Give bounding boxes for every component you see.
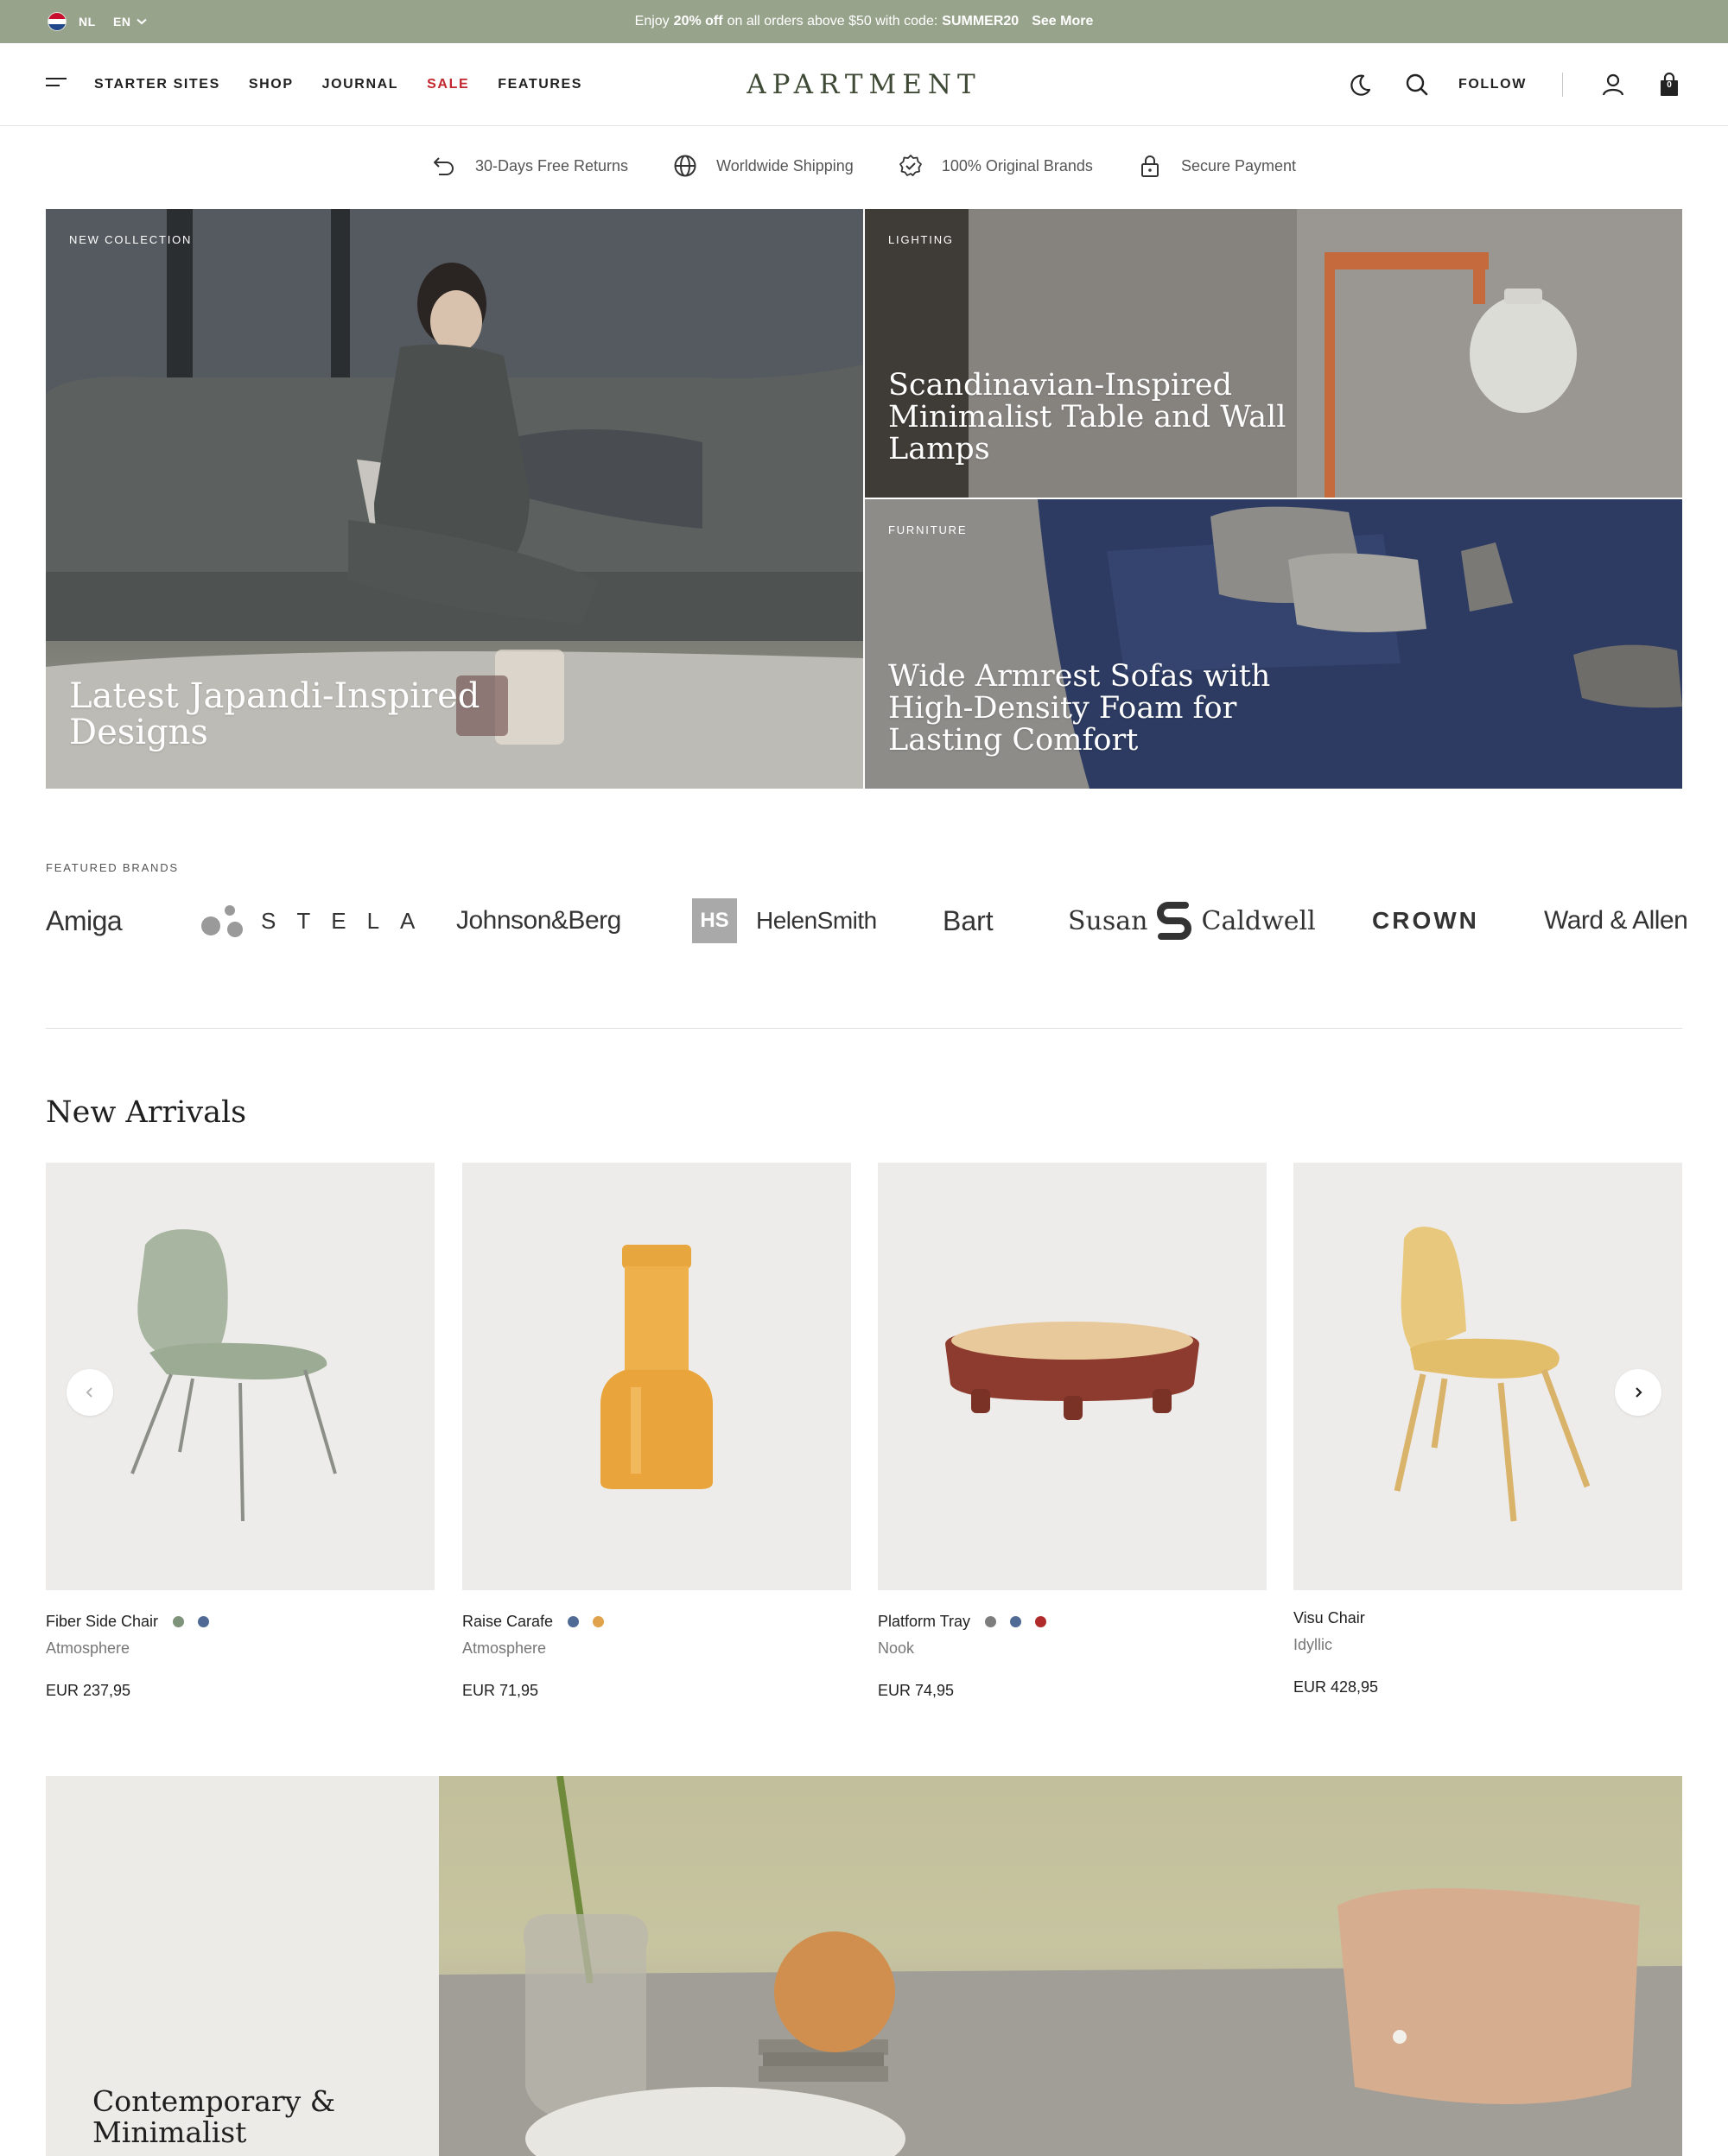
product-name[interactable]: Visu Chair: [1293, 1609, 1365, 1627]
featured-brands-label: FEATURED BRANDS: [46, 861, 179, 874]
promo-message: Enjoy 20% off on all orders above $50 wi…: [634, 14, 1094, 29]
feature-image: [439, 1776, 1682, 2156]
raise-carafe-image: [600, 1245, 713, 1489]
brand-ward-allen[interactable]: Ward & Allen: [1544, 895, 1688, 947]
brand-amiga[interactable]: Amiga: [46, 895, 123, 947]
hero-eyebrow: NEW COLLECTION: [69, 233, 193, 246]
cart-button[interactable]: 0: [1657, 72, 1681, 97]
hero-headline: Scandinavian-Inspired Minimalist Table a…: [888, 368, 1286, 466]
globe-icon: [674, 155, 696, 177]
product-title-row: Platform Tray: [878, 1613, 1267, 1631]
promo-discount: 20% off: [673, 14, 723, 29]
product-price: EUR 71,95: [462, 1682, 539, 1699]
dark-mode-moon-icon[interactable]: [1349, 73, 1373, 97]
product-price: EUR 428,95: [1293, 1678, 1379, 1696]
section-divider: [46, 1028, 1682, 1029]
new-arrivals-title: New Arrivals: [46, 1095, 247, 1130]
product-title-row: Fiber Side Chair: [46, 1613, 435, 1631]
promo-code: SUMMER20: [942, 14, 1020, 29]
hero-headline: Latest Japandi-Inspired Designs: [69, 676, 480, 752]
product-image[interactable]: [462, 1163, 851, 1590]
hero-headline: Wide Armrest Sofas with High-Density Foa…: [888, 659, 1271, 758]
return-icon: [433, 157, 454, 175]
hero-tile-furniture[interactable]: FURNITURE Wide Armrest Sofas with High-D…: [865, 499, 1682, 789]
product-vendor: Atmosphere: [462, 1639, 547, 1657]
usp-bar: 30-Days Free Returns Worldwide Shipping …: [0, 147, 1728, 185]
color-swatch-blue[interactable]: [568, 1616, 580, 1627]
color-swatch-blue[interactable]: [198, 1616, 210, 1627]
contemporary-table-scene-image: [439, 1776, 1682, 2156]
product-card[interactable]: Fiber Side Chair Atmosphere EUR 237,95: [46, 1163, 435, 1700]
product-image[interactable]: [878, 1163, 1267, 1590]
platform-tray-image: [945, 1322, 1199, 1420]
lock-icon: [1140, 155, 1159, 177]
account-icon[interactable]: [1601, 73, 1625, 97]
badge-check-icon: [899, 155, 922, 176]
chevron-left-icon: [86, 1387, 92, 1398]
color-swatch-red[interactable]: [1035, 1616, 1047, 1627]
product-card[interactable]: Platform Tray Nook EUR 74,95: [878, 1163, 1267, 1700]
brand-helensmith[interactable]: HS HelenSmith: [692, 895, 877, 947]
product-vendor: Atmosphere: [46, 1639, 130, 1657]
brand-bart[interactable]: Bart: [943, 895, 994, 947]
carousel-next-button[interactable]: [1615, 1369, 1661, 1416]
site-header: Starter Sites Shop Journal Sale Features…: [0, 43, 1728, 126]
usp-returns: 30-Days Free Returns: [432, 154, 628, 178]
product-price: EUR 237,95: [46, 1682, 131, 1699]
feature-banner[interactable]: Contemporary & Minimalist: [46, 1776, 1682, 2156]
product-vendor: Idyllic: [1293, 1636, 1333, 1653]
product-title-row: Raise Carafe: [462, 1613, 851, 1631]
stela-dots-icon: [201, 905, 243, 937]
header-divider: [1562, 73, 1563, 97]
color-swatch-green[interactable]: [173, 1616, 185, 1627]
brand-susan-caldwell[interactable]: Susan Caldwell: [1068, 895, 1316, 947]
see-more-link[interactable]: See More: [1032, 14, 1093, 29]
caldwell-s-mark-icon: [1157, 902, 1192, 940]
hero-grid: NEW COLLECTION Latest Japandi-Inspired D…: [46, 209, 1682, 789]
product-name[interactable]: Raise Carafe: [462, 1613, 553, 1631]
usp-secure-payment: Secure Payment: [1138, 154, 1296, 178]
carousel-prev-button[interactable]: [67, 1369, 113, 1416]
search-icon[interactable]: [1405, 73, 1429, 97]
announcement-bar: NL EN Enjoy 20% off on all orders above …: [0, 0, 1728, 43]
color-swatch-grey[interactable]: [985, 1616, 997, 1627]
feature-text-panel: Contemporary & Minimalist: [46, 1776, 439, 2156]
cart-count: 0: [1667, 80, 1672, 90]
chevron-right-icon: [1636, 1387, 1642, 1398]
product-name[interactable]: Platform Tray: [878, 1613, 970, 1631]
brand-crown[interactable]: CROWN: [1372, 895, 1479, 947]
helensmith-logo-mark: HS: [692, 898, 737, 943]
hero-eyebrow: FURNITURE: [888, 523, 968, 536]
feature-headline: Contemporary & Minimalist: [92, 2084, 336, 2149]
brand-johnson-berg[interactable]: Johnson&Berg: [456, 895, 621, 947]
brand-stela[interactable]: STELA: [200, 895, 435, 947]
hero-tile-lighting[interactable]: LIGHTING Scandinavian-Inspired Minimalis…: [865, 209, 1682, 498]
color-swatch-blue[interactable]: [1010, 1616, 1022, 1627]
follow-link[interactable]: FOLLOW: [1458, 43, 1527, 126]
hero-eyebrow: LIGHTING: [888, 233, 954, 246]
color-swatch-amber[interactable]: [593, 1616, 605, 1627]
usp-original-brands: 100% Original Brands: [899, 154, 1093, 178]
hero-tile-new-collection[interactable]: NEW COLLECTION Latest Japandi-Inspired D…: [46, 209, 863, 789]
product-card[interactable]: Raise Carafe Atmosphere EUR 71,95: [462, 1163, 851, 1700]
product-vendor: Nook: [878, 1639, 915, 1657]
usp-shipping: Worldwide Shipping: [673, 154, 854, 178]
product-title-row: Visu Chair: [1293, 1609, 1682, 1627]
product-name[interactable]: Fiber Side Chair: [46, 1613, 158, 1631]
product-price: EUR 74,95: [878, 1682, 955, 1699]
product-card[interactable]: Visu Chair Idyllic EUR 428,95: [1293, 1163, 1682, 1696]
